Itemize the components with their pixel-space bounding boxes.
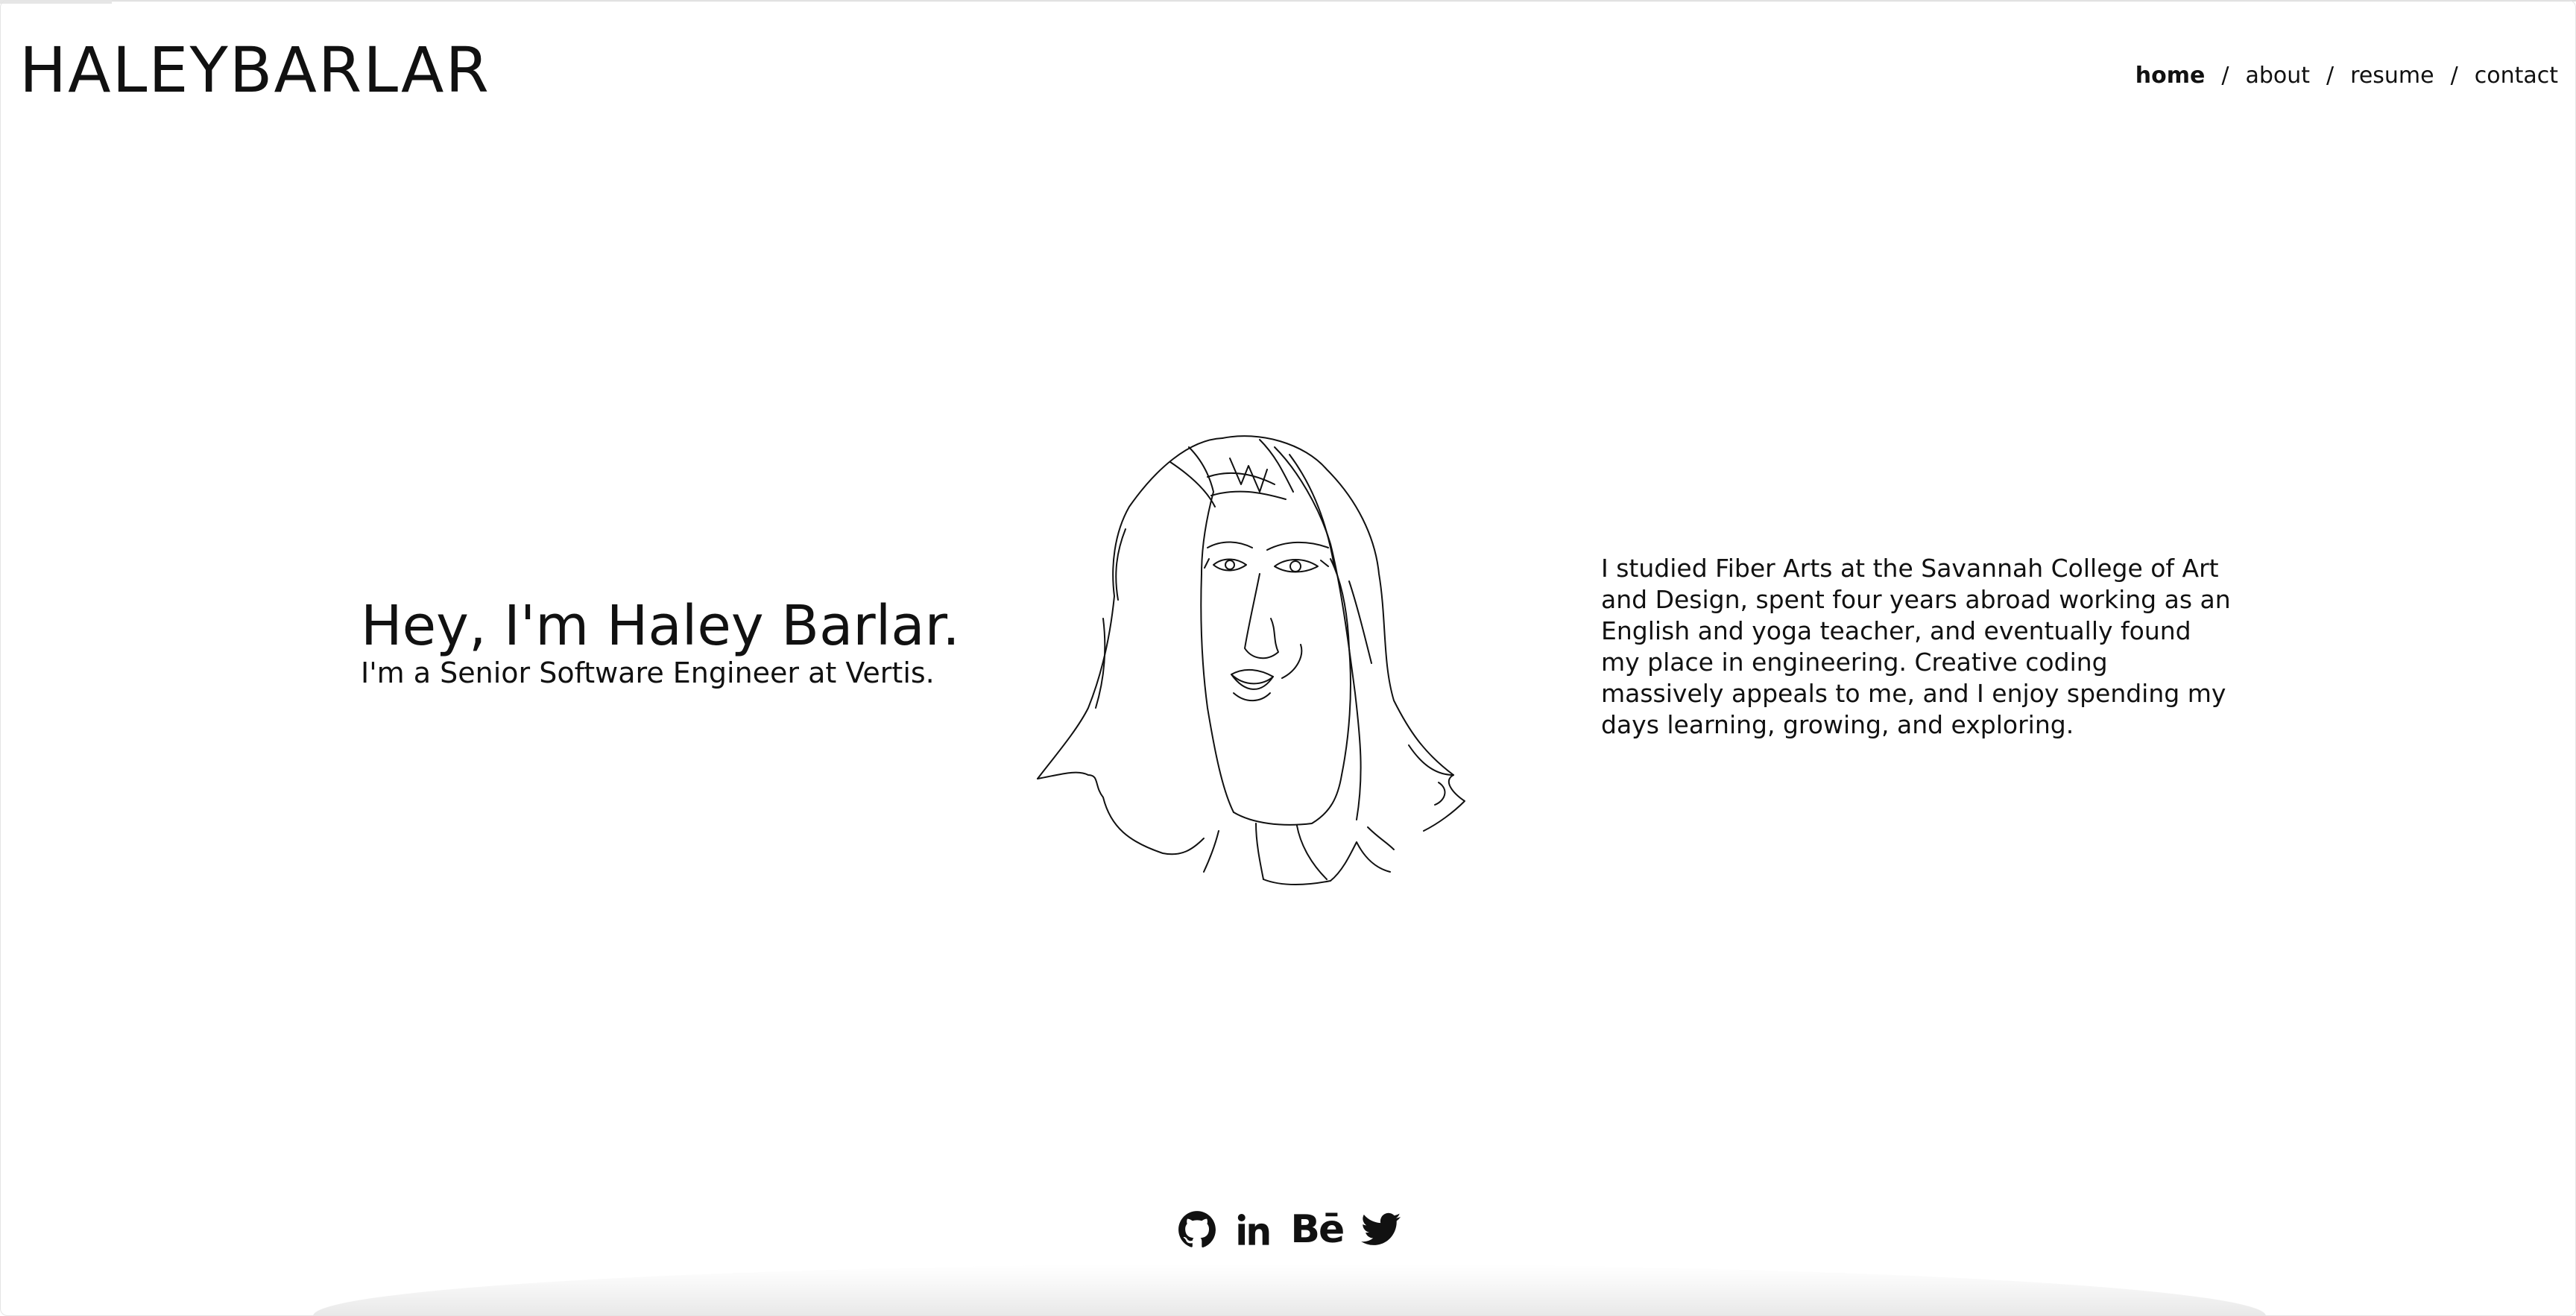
nav-about-link[interactable]: about [2245, 63, 2310, 89]
nav-separator: / [2221, 63, 2229, 89]
hero-title: Hey, I'm Haley Barlar. [361, 594, 960, 658]
top-border-accent [0, 0, 112, 4]
bottom-shadow [313, 1264, 2266, 1316]
linkedin-icon [1237, 1213, 1269, 1245]
nav-separator: / [2326, 63, 2334, 89]
bio-paragraph: I studied Fiber Arts at the Savannah Col… [1601, 554, 2231, 739]
top-border [0, 0, 2576, 1]
twitter-link[interactable] [1361, 1212, 1401, 1247]
social-links: Bē [1178, 1207, 1401, 1252]
nav-separator: / [2450, 63, 2458, 89]
nav-resume-link[interactable]: resume [2350, 63, 2434, 89]
behance-icon: Bē [1290, 1207, 1345, 1252]
nav-contact-link[interactable]: contact [2475, 63, 2558, 89]
hero-intro: Hey, I'm Haley Barlar. I'm a Senior Soft… [361, 594, 1002, 691]
linkedin-link[interactable] [1234, 1210, 1273, 1249]
twitter-icon [1361, 1212, 1401, 1245]
hero-subtitle: I'm a Senior Software Engineer at Vertis… [361, 657, 935, 690]
site-logo[interactable]: HALEYBARLAR [19, 39, 490, 101]
portrait-line-drawing [1037, 435, 1465, 885]
github-icon [1178, 1211, 1216, 1248]
main-nav: home / about / resume / contact [2135, 63, 2558, 89]
github-link[interactable] [1178, 1210, 1216, 1249]
nav-home-link[interactable]: home [2135, 63, 2206, 89]
behance-link[interactable]: Bē [1290, 1207, 1345, 1252]
